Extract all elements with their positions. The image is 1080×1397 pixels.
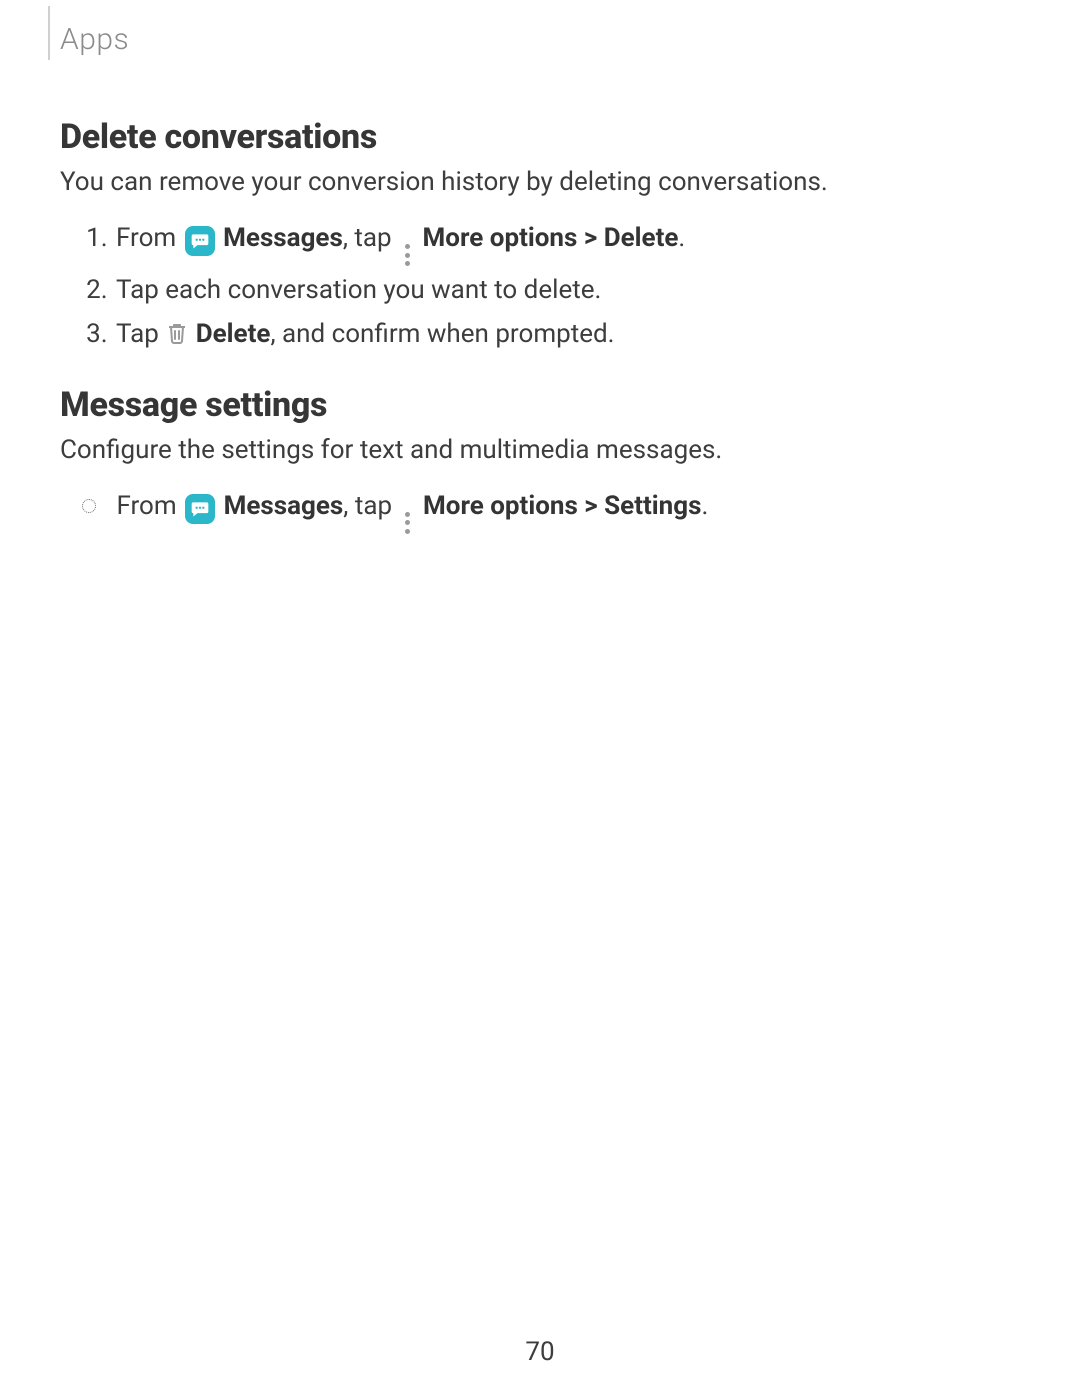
heading-message-settings: Message settings [60,385,1020,425]
body-message-settings: Configure the settings for text and mult… [60,433,1020,468]
breadcrumb: Apps [60,22,1020,57]
trash-icon [165,320,189,346]
text-period: . [701,491,708,521]
text-delete: Delete [196,319,271,349]
body-delete-conversations: You can remove your conversion history b… [60,165,1020,200]
messages-icon [185,226,215,256]
text-more-options: More options [423,223,578,253]
text-gt: > [578,491,604,521]
heading-delete-conversations: Delete conversations [60,117,1020,157]
text-gt: > [577,223,603,253]
steps-delete-conversations: From Messages, tap More options > Delete… [60,218,1020,355]
header-rule [48,6,50,60]
page-root: Apps Delete conversations You can remove… [0,0,1080,1397]
step-bullet: From Messages, tap More options > Settin… [80,486,1020,534]
text-tap: Tap [116,319,165,349]
text-period: . [678,223,685,253]
steps-message-settings: From Messages, tap More options > Settin… [60,486,1020,534]
text-tap: , tap [343,491,398,521]
text-from: From [116,491,183,521]
text-from: From [116,223,183,253]
text-tail: , and confirm when prompted. [270,319,614,349]
messages-icon [185,494,215,524]
page-number: 70 [0,1337,1080,1367]
step-2: Tap each conversation you want to delete… [114,270,1020,310]
text-more-options: More options [423,491,578,521]
text-tap: , tap [343,223,398,253]
more-options-icon [402,512,414,534]
text-delete: Delete [604,223,679,253]
text-settings: Settings [604,491,701,521]
dotted-bullet-icon [82,499,96,513]
more-options-icon [401,244,413,266]
step-3: Tap Delete, and confirm when prompted. [114,314,1020,354]
text-messages: Messages [224,491,344,521]
text-messages: Messages [223,223,343,253]
step-1: From Messages, tap More options > Delete… [114,218,1020,266]
page-header: Apps [60,0,1020,87]
